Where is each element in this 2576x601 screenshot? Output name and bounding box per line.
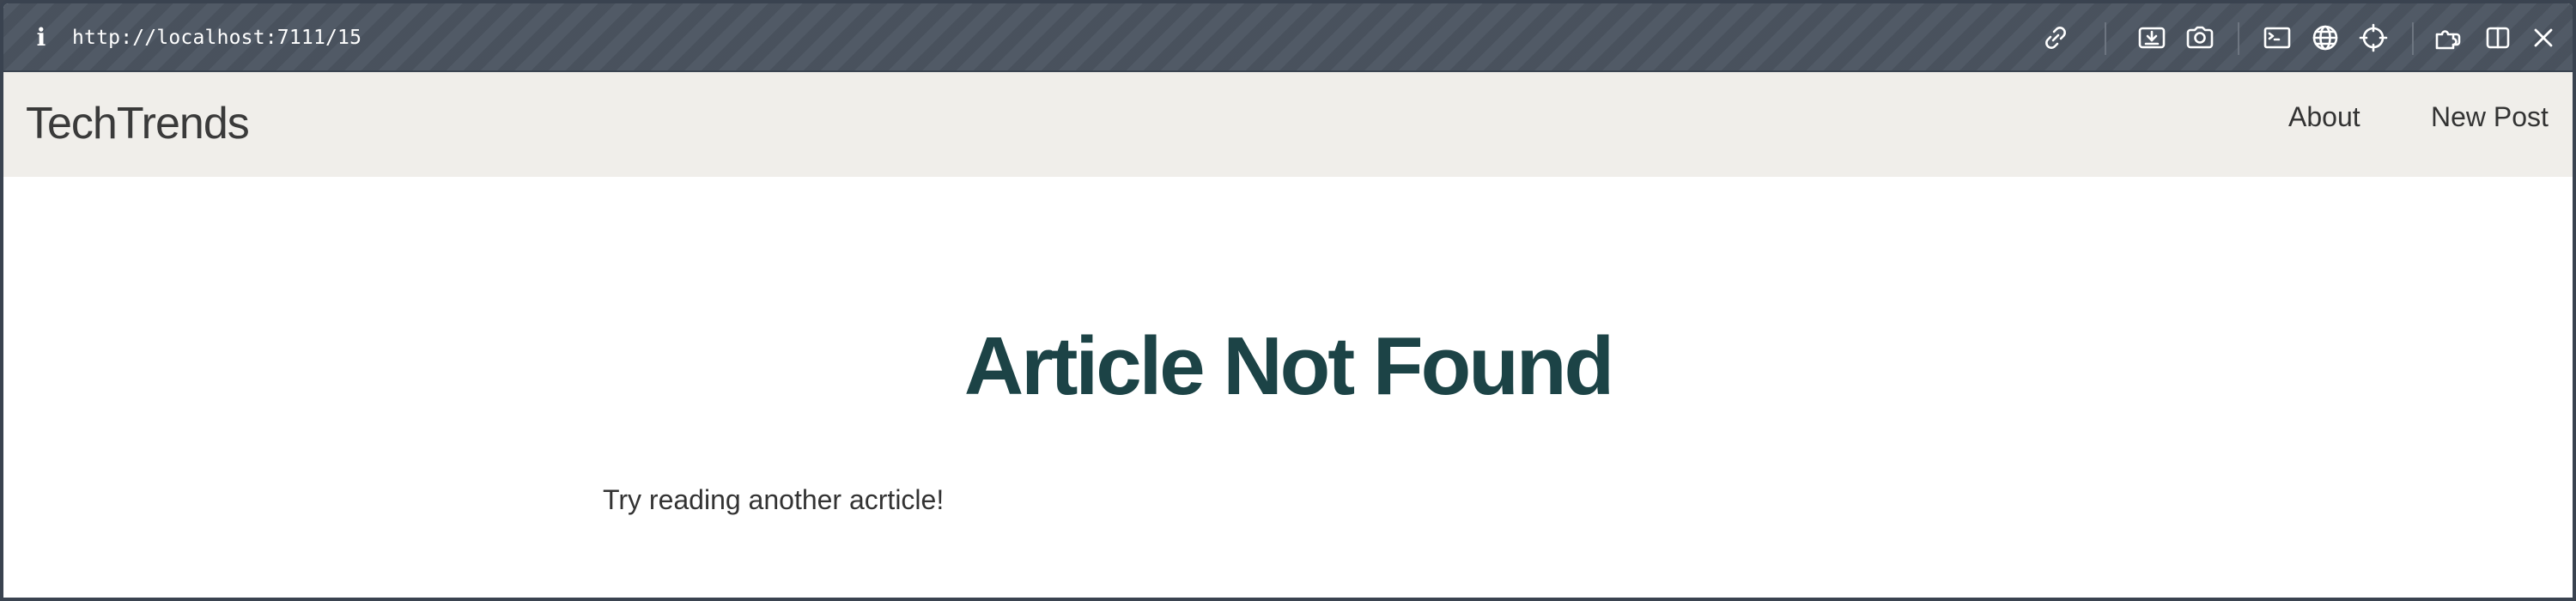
- site-logo[interactable]: TechTrends: [26, 98, 250, 149]
- toolbar-separator: [2105, 22, 2106, 55]
- nav-link-new-post[interactable]: New Post: [2431, 98, 2549, 136]
- camera-icon[interactable]: [2184, 22, 2215, 53]
- globe-icon[interactable]: [2310, 22, 2341, 53]
- split-view-icon[interactable]: [2482, 22, 2513, 53]
- nav-link-about[interactable]: About: [2288, 98, 2360, 136]
- address-bar-url[interactable]: http://localhost:7111/15: [72, 22, 361, 53]
- not-found-message: Try reading another acrticle!: [603, 484, 945, 515]
- terminal-icon[interactable]: [2262, 22, 2293, 53]
- download-icon[interactable]: [2136, 22, 2167, 53]
- close-icon[interactable]: [2528, 22, 2559, 53]
- info-icon[interactable]: i: [29, 22, 53, 53]
- browser-toolbar: i http://localhost:7111/15: [3, 3, 2573, 72]
- extensions-icon[interactable]: [2433, 22, 2464, 53]
- toolbar-separator: [2412, 22, 2414, 55]
- page-title: Article Not Found: [963, 320, 1614, 412]
- site-navbar: TechTrends About New Post: [3, 72, 2573, 177]
- link-icon[interactable]: [2040, 22, 2071, 53]
- crosshair-icon[interactable]: [2358, 22, 2389, 53]
- browser-window: i http://localhost:7111/15 TechTrends Ab…: [0, 0, 2576, 601]
- main-content: Article Not Found Try reading another ac…: [3, 177, 2573, 598]
- toolbar-separator: [2238, 22, 2239, 55]
